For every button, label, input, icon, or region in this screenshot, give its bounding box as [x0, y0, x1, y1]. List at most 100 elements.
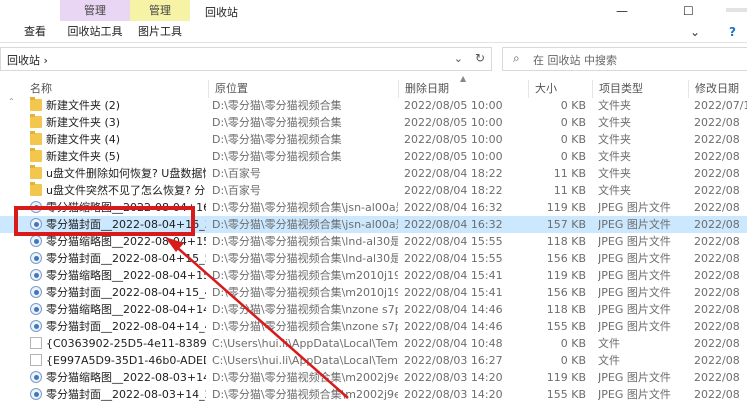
column-headers: 名称 原位置 删除日期 大小 项目类型 修改日期: [0, 80, 747, 98]
file-name[interactable]: {C0363902-25D5-4e11-8389-86...: [46, 335, 206, 352]
file-size: 118 KB: [546, 235, 586, 248]
file-type: JPEG 图片文件: [598, 252, 671, 265]
file-type: 文件夹: [598, 133, 631, 146]
file-size: 155 KB: [546, 320, 586, 333]
file-type: 文件夹: [598, 99, 631, 112]
ribbon-expand-icon[interactable]: ⌄: [690, 25, 700, 39]
tab-picture-tools[interactable]: 图片工具: [130, 21, 190, 42]
column-header-type[interactable]: 项目类型: [592, 80, 688, 98]
column-header-location[interactable]: 原位置: [208, 80, 398, 98]
file-size: 119 KB: [546, 371, 586, 384]
table-row[interactable]: 零分猫封面__2022-08-04+15_41_... D:\零分猫\零分猫视频合…: [0, 284, 747, 301]
file-size: 0 KB: [560, 354, 586, 367]
file-type: JPEG 图片文件: [598, 201, 671, 214]
file-modified: 2022/08: [694, 218, 740, 231]
file-name[interactable]: {E997A5D9-35D1-46b0-ADED-A...: [46, 352, 206, 369]
search-box[interactable]: ⌕: [502, 47, 747, 71]
context-header-manage-picture: 管理: [130, 0, 190, 21]
minimize-icon[interactable]: —: [616, 4, 628, 18]
refresh-icon[interactable]: ↻: [475, 51, 485, 65]
file-location: D:\零分猫\零分猫视频合集\jsn-al00a是...: [212, 218, 398, 231]
file-type: JPEG 图片文件: [598, 235, 671, 248]
file-modified: 2022/08: [694, 337, 740, 350]
file-name[interactable]: 零分猫封面__2022-08-04+15_5...: [46, 250, 206, 267]
image-file-icon: [30, 371, 42, 383]
address-bar[interactable]: 回收站 › ⌄ ↻: [0, 47, 492, 71]
file-name[interactable]: 新建文件夹 (5): [46, 148, 206, 165]
maximize-icon[interactable]: ☐: [683, 4, 694, 18]
table-row[interactable]: 零分猫封面__2022-08-04+15_5... D:\零分猫\零分猫视频合集\…: [0, 250, 747, 267]
file-modified: 2022/08: [694, 235, 740, 248]
file-size: 0 KB: [560, 116, 586, 129]
table-row[interactable]: 零分猫缩略图__2022-08-04+15_4... D:\零分猫\零分猫视频合集…: [0, 267, 747, 284]
file-deleted: 2022/08/03 14:20: [404, 388, 503, 401]
table-row[interactable]: 新建文件夹 (3) D:\零分猫\零分猫视频合集 2022/08/05 10:00 0…: [0, 114, 747, 131]
column-header-deleted[interactable]: 删除日期: [398, 80, 528, 98]
file-location: D:\零分猫\零分猫视频合集\lnd-al30是...: [212, 252, 398, 265]
file-type: 文件: [598, 337, 620, 350]
file-location: C:\Users\hui.li\AppData\Local\Temp: [212, 337, 398, 350]
table-row[interactable]: 新建文件夹 (2) D:\零分猫\零分猫视频合集 2022/08/05 10:00 0…: [0, 97, 747, 114]
file-location: D:\零分猫\零分猫视频合集\nzone s7pr...: [212, 303, 398, 316]
file-size: 156 KB: [546, 286, 586, 299]
search-input[interactable]: [531, 51, 735, 69]
address-path[interactable]: 回收站 ›: [7, 52, 48, 68]
file-icon: [30, 337, 42, 349]
table-row[interactable]: 零分猫封面__2022-08-04+14_4... D:\零分猫\零分猫视频合集\…: [0, 318, 747, 335]
file-name[interactable]: 零分猫缩略图__2022-08-03+14_2...: [46, 369, 206, 386]
tab-view[interactable]: 查看: [24, 21, 46, 42]
file-deleted: 2022/08/04 15:55: [404, 252, 503, 265]
file-deleted: 2022/08/04 14:46: [404, 320, 503, 333]
table-row[interactable]: 零分猫缩略图__2022-08-03+14_2... D:\零分猫\零分猫视频合集…: [0, 369, 747, 386]
folder-icon: [30, 97, 42, 111]
file-type: 文件: [598, 354, 620, 367]
file-name[interactable]: 零分猫封面__2022-08-04+15_41_...: [46, 284, 206, 301]
file-size: 119 KB: [546, 269, 586, 282]
file-deleted: 2022/08/04 15:55: [404, 235, 503, 248]
file-name[interactable]: 零分猫缩略图__2022-08-04+14_47_...: [46, 301, 206, 318]
context-group-picture: 管理 图片工具: [130, 0, 190, 42]
file-modified: 2022/08: [694, 167, 740, 180]
column-header-name[interactable]: 名称: [24, 80, 208, 98]
file-name[interactable]: 新建文件夹 (4): [46, 131, 206, 148]
image-file-icon: [30, 303, 42, 315]
file-modified: 2022/08: [694, 354, 740, 367]
tab-recycle-bin-tools[interactable]: 回收站工具: [60, 21, 130, 42]
column-header-modified[interactable]: 修改日期: [688, 80, 747, 98]
file-modified: 2022/08: [694, 252, 740, 265]
folder-icon: [30, 114, 42, 128]
table-row[interactable]: u盘文件突然不见了怎么恢复? 分... D:\百家号 2022/08/04 18:2…: [0, 182, 747, 199]
file-size: 11 KB: [553, 184, 586, 197]
column-header-size[interactable]: 大小: [528, 80, 592, 98]
file-deleted: 2022/08/04 14:46: [404, 303, 503, 316]
file-location: D:\零分猫\零分猫视频合集\m2002j9e是...: [212, 371, 398, 384]
address-dropdown-icon[interactable]: ⌄: [454, 52, 463, 65]
file-name[interactable]: 零分猫封面__2022-08-04+14_4...: [46, 318, 206, 335]
file-size: 0 KB: [560, 133, 586, 146]
file-location: D:\零分猫\零分猫视频合集: [212, 133, 342, 146]
file-icon: [30, 354, 42, 366]
highlight-box: [14, 206, 195, 236]
table-row[interactable]: 新建文件夹 (5) D:\零分猫\零分猫视频合集 2022/08/05 10:00 0…: [0, 148, 747, 165]
file-name[interactable]: 新建文件夹 (2): [46, 97, 206, 114]
file-location: D:\零分猫\零分猫视频合集\lnd-al30是...: [212, 235, 398, 248]
table-row[interactable]: 零分猫缩略图__2022-08-04+14_47_... D:\零分猫\零分猫视频…: [0, 301, 747, 318]
file-name[interactable]: 零分猫封面__2022-08-03+14_22_...: [46, 386, 206, 403]
file-name[interactable]: 零分猫缩略图__2022-08-04+15_4...: [46, 267, 206, 284]
file-type: JPEG 图片文件: [598, 303, 671, 316]
close-icon[interactable]: [726, 8, 747, 12]
table-row[interactable]: 新建文件夹 (4) D:\零分猫\零分猫视频合集 2022/08/05 10:00 0…: [0, 131, 747, 148]
tab-file-edge[interactable]: [0, 21, 14, 42]
file-name[interactable]: u盘文件突然不见了怎么恢复? 分...: [46, 182, 206, 199]
file-name[interactable]: u盘文件删除如何恢复? U盘数据恢...: [46, 165, 206, 182]
file-deleted: 2022/08/03 16:27: [404, 354, 503, 367]
file-name[interactable]: 新建文件夹 (3): [46, 114, 206, 131]
file-deleted: 2022/08/04 16:32: [404, 201, 503, 214]
table-row[interactable]: {C0363902-25D5-4e11-8389-86... C:\Users\h…: [0, 335, 747, 352]
help-icon[interactable]: ?: [729, 25, 736, 39]
file-size: 156 KB: [546, 252, 586, 265]
table-row[interactable]: {E997A5D9-35D1-46b0-ADED-A... C:\Users\hu…: [0, 352, 747, 369]
table-row[interactable]: 零分猫封面__2022-08-03+14_22_... D:\零分猫\零分猫视频合…: [0, 386, 747, 403]
table-row[interactable]: u盘文件删除如何恢复? U盘数据恢... D:\百家号 2022/08/04 18:…: [0, 165, 747, 182]
file-size: 155 KB: [546, 388, 586, 401]
